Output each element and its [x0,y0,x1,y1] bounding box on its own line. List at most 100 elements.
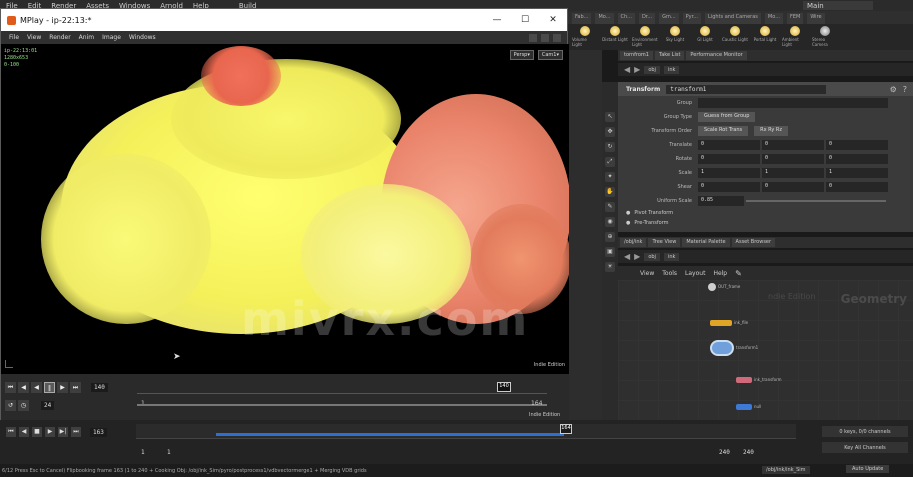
translate-z-field[interactable]: 0 [826,140,888,150]
shelf-tab[interactable]: FEM [786,13,804,24]
net-menu-view[interactable]: View [640,270,654,277]
shear-x-field[interactable]: 0 [698,182,760,192]
rotate-x-field[interactable]: 0 [698,154,760,164]
timeline-frame-marker[interactable]: 164 [560,424,572,434]
select-tool-icon[interactable]: ↖ [605,112,615,122]
pivot-transform-folder[interactable]: ● Pivot Transform [618,208,913,218]
current-frame-field[interactable]: 163 [90,428,107,437]
pose-tool-icon[interactable]: ✋ [605,187,615,197]
shelf-tab[interactable]: Wire [807,13,825,24]
end-frame-field-2[interactable]: 240 [740,448,757,457]
translate-x-field[interactable]: 0 [698,140,760,150]
mplay-menu-windows[interactable]: Windows [129,34,156,41]
play-backward-icon[interactable]: ◀ [31,382,42,393]
shelf-tab[interactable]: Gm... [659,13,679,24]
net-menu-layout[interactable]: Layout [685,270,705,277]
display-options-icon[interactable] [541,33,549,42]
group-type-dropdown[interactable]: Guess from Group [698,112,756,122]
shelf-tab[interactable]: Mo... [764,13,783,24]
shelf-tab[interactable]: Pyr... [682,13,702,24]
step-back-icon[interactable]: ◀ [18,382,29,393]
persp-menu-button[interactable]: Persp▾ [509,50,534,60]
tab-tree-view[interactable]: Tree View [648,238,681,247]
translate-y-field[interactable]: 0 [762,140,824,150]
path-segment[interactable]: ink [663,252,680,261]
network-editor[interactable]: Geometry ndie Edition OUT_frame ink_file… [618,280,913,420]
shear-y-field[interactable]: 0 [762,182,824,192]
node-transform1[interactable]: transform1 [710,340,758,356]
shelf-tab[interactable]: Ch... [617,13,635,24]
brush-tool-icon[interactable]: ✎ [605,202,615,212]
pause-icon[interactable]: ‖ [44,382,55,393]
wrench-icon[interactable]: ✎ [735,269,742,278]
path-segment[interactable]: obj [644,65,660,74]
handle-tool-icon[interactable]: ✦ [605,172,615,182]
snap-tool-icon[interactable]: ⊕ [605,232,615,242]
play-icon[interactable]: ▶ [45,427,55,437]
close-icon[interactable]: ✕ [539,15,567,25]
group-field[interactable] [698,98,888,108]
mplay-image-viewer[interactable]: ip-22:13:01 1280x653 0-100 Persp▾ Cam1▾ … [1,44,569,374]
shelf-tool-stereo-camera[interactable]: Stereo Camera [812,26,838,48]
mplay-menu-image[interactable]: Image [102,34,121,41]
maximize-icon[interactable]: ☐ [511,15,539,25]
node-name-field[interactable]: transform1 [666,84,827,94]
snapshot-icon[interactable] [529,33,537,42]
display-tool-icon[interactable]: ▣ [605,247,615,257]
range-end-field[interactable]: 164 [531,400,542,407]
shear-z-field[interactable]: 0 [826,182,888,192]
step-back-icon[interactable]: ◀ [19,427,29,437]
uniform-scale-slider[interactable] [746,200,886,202]
jump-start-icon[interactable]: ⏮ [6,427,16,437]
tab-param[interactable]: tornfrom1 [620,51,653,60]
shelf-tool-caustic-light[interactable]: Caustic Light [722,26,748,48]
path-segment[interactable]: obj [644,252,660,261]
tab-network[interactable]: /obj/ink [620,238,647,247]
shelf-tab[interactable]: Dr... [638,13,656,24]
rot-order-dropdown[interactable]: Rx Ry Rz [754,126,788,136]
shelf-tab[interactable]: Lights and Cameras [705,13,761,24]
start-frame-field-2[interactable]: 1 [164,448,174,457]
status-path[interactable]: /obj/ink/ink_Sim [762,466,810,474]
rotate-z-field[interactable]: 0 [826,154,888,164]
shelf-tool-distant-light[interactable]: Distant Light [602,26,628,48]
desktop-main-tab[interactable]: Main [803,1,873,10]
shelf-tool-volume-light[interactable]: Volume Light [572,26,598,48]
back-arrow-icon[interactable]: ◀ [624,65,630,74]
mplay-menu-view[interactable]: View [27,34,41,41]
scale-tool-icon[interactable]: ⤢ [605,157,615,167]
move-tool-icon[interactable]: ✥ [605,127,615,137]
houdini-timeline[interactable]: 164 [136,424,796,439]
help-icon[interactable]: ? [903,85,913,94]
node-ink-file[interactable]: ink_file [710,320,748,326]
shelf-tab[interactable]: Fab... [572,13,592,24]
node-ink-transform[interactable]: ink_transform [736,377,782,383]
shelf-tool-sky-light[interactable]: Sky Light [662,26,688,48]
camera-menu-button[interactable]: Cam1▾ [537,50,563,60]
net-menu-help[interactable]: Help [713,270,727,277]
tab-perf-monitor[interactable]: Performance Monitor [686,51,747,60]
jump-start-icon[interactable]: ⏮ [5,382,16,393]
tab-asset-browser[interactable]: Asset Browser [731,238,776,247]
scale-x-field[interactable]: 1 [698,168,760,178]
tab-material-palette[interactable]: Material Palette [682,238,730,247]
mplay-menu-render[interactable]: Render [49,34,70,41]
forward-arrow-icon[interactable]: ▶ [634,252,640,261]
step-forward-icon[interactable]: ▶| [58,427,68,437]
auto-update-button[interactable]: Auto Update [846,465,890,473]
rotate-y-field[interactable]: 0 [762,154,824,164]
rotate-tool-icon[interactable]: ↻ [605,142,615,152]
mplay-menu-file[interactable]: File [9,34,19,41]
view-tool-icon[interactable]: ◉ [605,217,615,227]
mplay-range-bar[interactable] [137,404,547,406]
fps-field[interactable]: 24 [41,401,55,410]
play-forward-icon[interactable]: ▶ [57,382,68,393]
node-null[interactable]: null [736,404,761,410]
jump-end-icon[interactable]: ⏭ [71,427,81,437]
path-segment[interactable]: ink [663,65,680,74]
xform-order-dropdown[interactable]: Scale Rot Trans [698,126,749,136]
light-tool-icon[interactable]: ☀ [605,262,615,272]
realtime-icon[interactable]: ◷ [18,400,29,411]
loop-icon[interactable]: ↺ [5,400,16,411]
mplay-titlebar[interactable]: MPlay - ip-22:13:* — ☐ ✕ [1,9,567,31]
